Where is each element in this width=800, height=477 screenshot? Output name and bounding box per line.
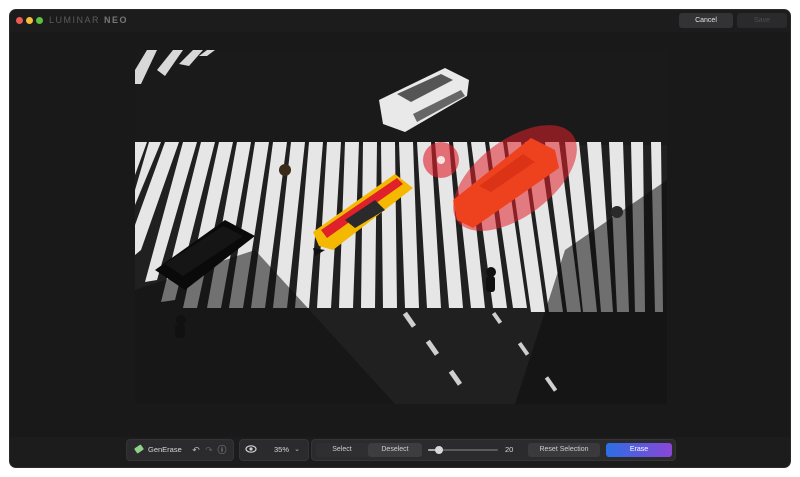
street-photo: [135, 50, 667, 404]
undo-icon[interactable]: ↶: [189, 443, 203, 457]
info-icon[interactable]: ⓘ: [215, 443, 229, 457]
photo-preview[interactable]: [135, 50, 667, 404]
eye-icon[interactable]: [244, 443, 258, 457]
erase-button[interactable]: Erase: [606, 443, 672, 457]
redo-icon[interactable]: ↷: [202, 443, 216, 457]
zoom-level[interactable]: 35%: [274, 440, 289, 460]
slider-thumb[interactable]: [434, 446, 443, 454]
tool-name-label: GenErase: [148, 445, 182, 454]
brush-size-value: 20: [505, 445, 514, 454]
selection-group: Select Deselect 20 Reset Selection Erase: [311, 439, 676, 461]
close-window-button[interactable]: [16, 17, 23, 24]
select-button[interactable]: Select: [316, 443, 368, 457]
app-logo: LUMINAR NEO: [49, 15, 129, 25]
title-bar: LUMINAR NEO Cancel Save: [10, 10, 790, 32]
bottom-toolbar: GenErase ↶ ↷ ⓘ 35% ⌄ Select Deselect 20 …: [10, 439, 790, 461]
view-group: 35% ⌄: [239, 439, 309, 461]
deselect-button[interactable]: Deselect: [368, 443, 422, 457]
minimize-window-button[interactable]: [26, 17, 33, 24]
tool-group: GenErase ↶ ↷ ⓘ: [126, 439, 234, 461]
eraser-icon: [132, 443, 146, 457]
reset-selection-button[interactable]: Reset Selection: [528, 443, 600, 457]
brush-size-slider[interactable]: [428, 446, 498, 454]
chevron-down-icon[interactable]: ⌄: [290, 443, 304, 457]
save-button[interactable]: Save: [737, 13, 787, 28]
zoom-window-button[interactable]: [36, 17, 43, 24]
app-window: LUMINAR NEO Cancel Save GenErase ↶ ↷ ⓘ 3…: [10, 10, 790, 467]
editing-canvas[interactable]: [10, 32, 790, 437]
cancel-button[interactable]: Cancel: [679, 13, 733, 28]
